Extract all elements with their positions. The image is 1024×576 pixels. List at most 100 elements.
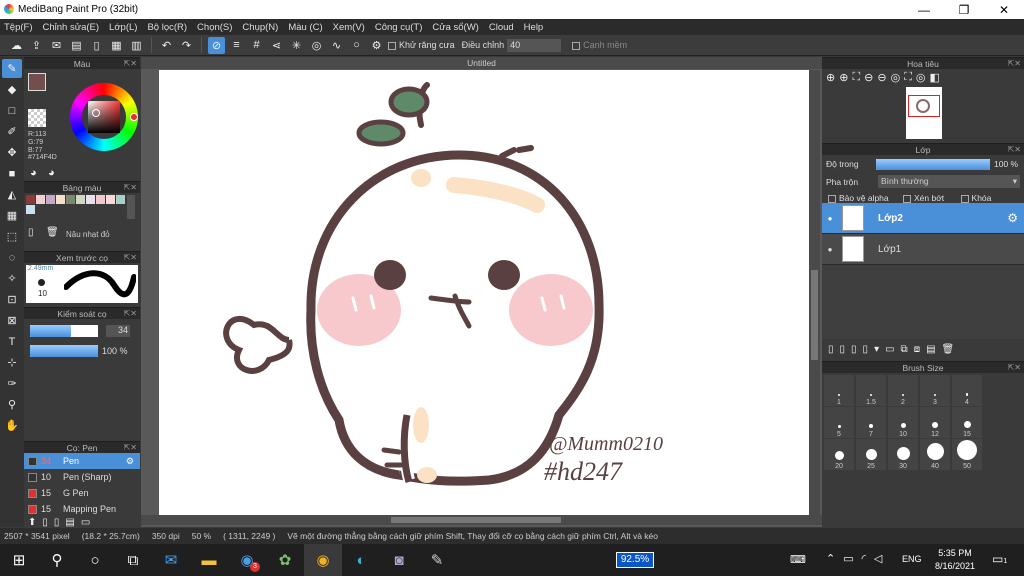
- palette-swatch[interactable]: [116, 195, 125, 204]
- palette-swatch[interactable]: [56, 195, 65, 204]
- grid-icon[interactable]: ▥: [128, 37, 145, 54]
- merge-layer-icon[interactable]: ⧈: [914, 344, 920, 355]
- brush-list-item[interactable]: 15 G Pen: [24, 485, 140, 501]
- brush-size-cell[interactable]: 40: [920, 439, 950, 470]
- duplicate-layer-icon[interactable]: ⧉: [901, 344, 908, 355]
- rotate-left-icon[interactable]: ◎: [891, 71, 901, 84]
- menu-edit[interactable]: Chỉnh sửa(E): [43, 22, 100, 33]
- layer-settings-icon[interactable]: ▤: [926, 344, 935, 355]
- action-center-icon[interactable]: ▭1: [992, 552, 1007, 566]
- hand-icon[interactable]: ✋: [2, 416, 22, 435]
- gear-icon[interactable]: ⚙: [126, 456, 134, 467]
- keyboard-icon[interactable]: ⌨: [790, 553, 806, 566]
- edge-icon[interactable]: ◐: [342, 544, 380, 576]
- mail-icon[interactable]: ✉: [152, 544, 190, 576]
- close-button[interactable]: ✕: [984, 0, 1024, 19]
- navigator-thumbnail[interactable]: [906, 87, 942, 139]
- lock-toggle[interactable]: Khóa: [960, 193, 991, 203]
- brush-size-cell[interactable]: 10: [888, 407, 918, 438]
- edge-toggle[interactable]: Cạnh mềm: [572, 40, 627, 50]
- new-8bit-layer-icon[interactable]: ▯: [863, 344, 869, 355]
- flip-icon[interactable]: ◧: [930, 71, 940, 84]
- volume-icon[interactable]: ◁: [874, 552, 882, 565]
- brush-size-cell[interactable]: 2: [888, 375, 918, 406]
- brush-size-cell[interactable]: 12: [920, 407, 950, 438]
- menu-layer[interactable]: Lớp(L): [109, 22, 137, 33]
- dotted-select-icon[interactable]: ⬚: [2, 227, 22, 246]
- bucket-icon[interactable]: ◭: [2, 185, 22, 204]
- palette-swatch[interactable]: [106, 195, 115, 204]
- menu-view[interactable]: Xem(V): [333, 22, 365, 33]
- actual-size-icon[interactable]: ⊖: [877, 71, 886, 84]
- file-explorer-icon[interactable]: ▬: [190, 544, 228, 576]
- layer-opacity-slider[interactable]: [876, 159, 990, 170]
- fill-rect-icon[interactable]: ■: [2, 164, 22, 183]
- add-layer-menu-icon[interactable]: ▾: [874, 344, 879, 355]
- menu-select[interactable]: Chọn(S): [197, 22, 232, 33]
- menu-color[interactable]: Màu (C): [288, 22, 322, 33]
- brush-size-cell[interactable]: 30: [888, 439, 918, 470]
- brush-size-cell[interactable]: 5: [824, 407, 854, 438]
- battery-icon[interactable]: ▭: [843, 552, 853, 565]
- new-halftone-layer-icon[interactable]: ▯: [840, 344, 846, 355]
- edge-checkbox[interactable]: [572, 41, 581, 50]
- hue-cursor[interactable]: [130, 113, 138, 121]
- drawing-canvas[interactable]: @Mumm0210 #hd247: [159, 70, 809, 515]
- share-icon[interactable]: ⇪: [28, 37, 45, 54]
- adjust-input[interactable]: 40: [507, 38, 562, 52]
- color-picker-cursor[interactable]: [92, 109, 100, 117]
- clipping-toggle[interactable]: Xén bớt: [903, 193, 944, 203]
- search-icon[interactable]: ⚲: [38, 544, 76, 576]
- camera-icon[interactable]: ◙: [380, 544, 418, 576]
- fit-icon[interactable]: ⛶: [852, 71, 860, 84]
- undo-icon[interactable]: ↶: [158, 37, 175, 54]
- brush-size-cell[interactable]: 20: [824, 439, 854, 470]
- palette-swatch[interactable]: [26, 195, 35, 204]
- delete-layer-icon[interactable]: 🗑: [942, 344, 955, 355]
- palette-icon[interactable]: ◕: [30, 167, 44, 179]
- chevron-up-icon[interactable]: ⌃: [826, 552, 835, 565]
- zoom-out-icon[interactable]: ⊖: [864, 71, 873, 84]
- menu-cloud[interactable]: Cloud: [489, 22, 514, 33]
- palette-swatch[interactable]: [96, 195, 105, 204]
- brush-size-cell[interactable]: 3: [920, 375, 950, 406]
- menu-help[interactable]: Help: [524, 22, 544, 33]
- snap-vanish-icon[interactable]: ⋖: [268, 37, 285, 54]
- zoom-in-alt-icon[interactable]: ⊕: [839, 71, 848, 84]
- maximize-button[interactable]: ❐: [944, 0, 984, 19]
- medibang-icon[interactable]: ✎: [418, 544, 456, 576]
- select-eraser-icon[interactable]: ⊠: [2, 311, 22, 330]
- minimize-button[interactable]: —: [904, 0, 944, 19]
- brush-size-cell[interactable]: 15: [952, 407, 982, 438]
- select-pen-icon[interactable]: ⊡: [2, 290, 22, 309]
- brush-list-item[interactable]: 34 Pen ⚙: [24, 453, 140, 469]
- settings-icon[interactable]: ⚙: [368, 37, 385, 54]
- palette-swatch[interactable]: [46, 195, 55, 204]
- palette-swatch[interactable]: [66, 195, 75, 204]
- menu-snap[interactable]: Chụp(N): [242, 22, 278, 33]
- brush-list-item[interactable]: 15 Mapping Pen: [24, 501, 140, 517]
- brush-size-cell[interactable]: 25: [856, 439, 886, 470]
- redo-icon[interactable]: ↷: [178, 37, 195, 54]
- rotate-right-icon[interactable]: ◎: [916, 71, 926, 84]
- add-color-icon[interactable]: ▯: [28, 227, 34, 238]
- windows-start-icon[interactable]: ⊞: [0, 544, 38, 576]
- fullscreen-icon[interactable]: ⛶: [904, 71, 912, 84]
- antialias-checkbox[interactable]: [388, 41, 396, 50]
- palette-swatch[interactable]: [26, 205, 35, 214]
- protect-alpha-checkbox[interactable]: [828, 194, 836, 203]
- clock[interactable]: 5:35 PM 8/16/2021: [928, 547, 982, 573]
- chrome-icon[interactable]: ◉: [304, 544, 342, 576]
- brush-size-cell[interactable]: 4: [952, 375, 982, 406]
- brush-size-cell[interactable]: 1: [824, 375, 854, 406]
- palette-swatch[interactable]: [36, 195, 45, 204]
- new-1bit-layer-icon[interactable]: ▯: [851, 344, 857, 355]
- folder-icon[interactable]: ▭: [885, 344, 894, 355]
- brush-size-input[interactable]: 34: [106, 325, 130, 337]
- protect-alpha-toggle[interactable]: Bảo vệ alpha: [828, 193, 889, 203]
- select-rect-icon[interactable]: □: [2, 101, 22, 120]
- language-indicator[interactable]: ENG: [902, 554, 922, 564]
- palette-swatch[interactable]: [76, 195, 85, 204]
- saturation-square[interactable]: [88, 101, 120, 133]
- snap-parallel-icon[interactable]: ≡: [228, 37, 245, 54]
